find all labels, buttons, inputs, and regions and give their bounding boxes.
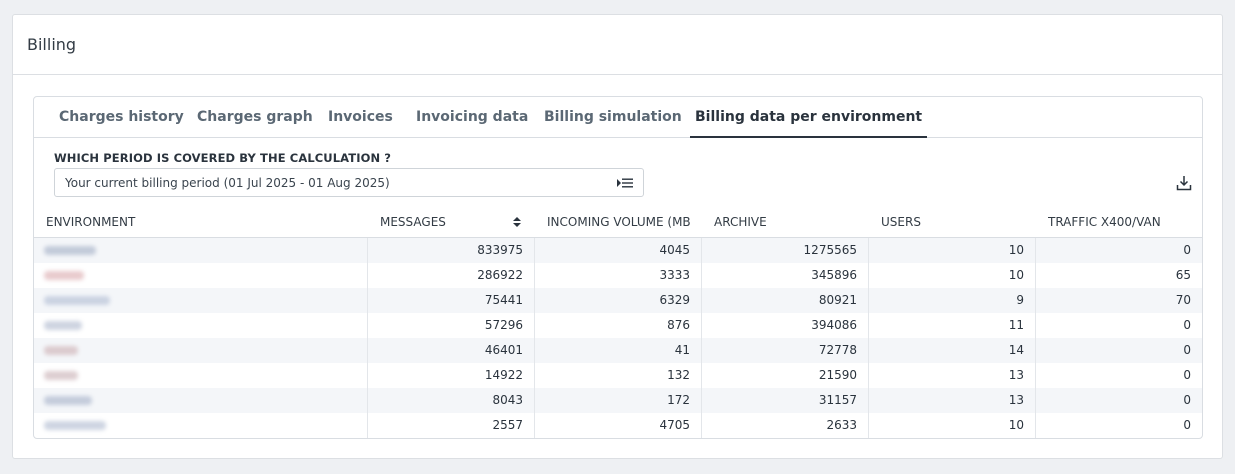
period-select-value: Your current billing period (01 Jul 2025…: [65, 175, 390, 190]
table-cell: 876: [534, 313, 701, 338]
column-header-users[interactable]: USERS: [881, 208, 1031, 238]
column-header-traffic[interactable]: TRAFFIC X400/VAN: [1048, 208, 1198, 238]
download-icon[interactable]: [1176, 175, 1192, 191]
table-cell: 2633: [701, 413, 868, 438]
card-header: Billing: [13, 15, 1222, 75]
table-cell: 46401: [367, 338, 534, 363]
table-body: 833975 4045 1275565 10 0 286922 3333 345896 10 65…: [34, 238, 1202, 438]
tab-invoicing-data[interactable]: Invoicing data: [416, 97, 528, 138]
table-cell: 286922: [367, 263, 534, 288]
table-cell: 65: [1035, 263, 1202, 288]
table-cell: 80921: [701, 288, 868, 313]
table-cell: 41: [534, 338, 701, 363]
billing-card: Billing Charges history Charges graph In…: [12, 14, 1223, 459]
column-header-archive[interactable]: ARCHIVE: [714, 208, 864, 238]
table-cell: 14922: [367, 363, 534, 388]
table-cell: 0: [1035, 363, 1202, 388]
tab-charges-graph[interactable]: Charges graph: [197, 97, 313, 138]
environment-name-redacted: [44, 271, 84, 280]
table-cell: 10: [868, 263, 1035, 288]
table-cell: 13: [868, 388, 1035, 413]
table-cell: 57296: [367, 313, 534, 338]
table-cell: 0: [1035, 338, 1202, 363]
table-cell: 21590: [701, 363, 868, 388]
column-header-environment[interactable]: ENVIRONMENT: [46, 208, 366, 238]
table-cell: 72778: [701, 338, 868, 363]
table-row: 2557 4705 2633 10 0: [34, 413, 1202, 438]
table-cell: 2557: [367, 413, 534, 438]
table-row: 14922 132 21590 13 0: [34, 363, 1202, 388]
table-cell: 345896: [701, 263, 868, 288]
table-cell: 0: [1035, 313, 1202, 338]
table-cell: 3333: [534, 263, 701, 288]
table-cell: 0: [1035, 238, 1202, 263]
table-cell: 833975: [367, 238, 534, 263]
tab-billing-simulation[interactable]: Billing simulation: [544, 97, 682, 138]
table-header: ENVIRONMENT MESSAGES INCOMING VOLUME (MB…: [34, 208, 1202, 238]
table-cell: 31157: [701, 388, 868, 413]
table-row: 46401 41 72778 14 0: [34, 338, 1202, 363]
table-cell: 132: [534, 363, 701, 388]
environment-name-redacted: [44, 396, 92, 405]
table-cell: 13: [868, 363, 1035, 388]
environment-name-redacted: [44, 421, 106, 430]
environment-name-redacted: [44, 321, 82, 330]
column-header-messages[interactable]: MESSAGES: [380, 208, 500, 238]
list-icon: [617, 178, 633, 188]
table-cell: 6329: [534, 288, 701, 313]
table-row: 8043 172 31157 13 0: [34, 388, 1202, 413]
tab-invoices[interactable]: Invoices: [328, 97, 393, 138]
table-cell: 4705: [534, 413, 701, 438]
column-header-incoming-volume[interactable]: INCOMING VOLUME (MB): [547, 208, 691, 238]
page-title: Billing: [27, 35, 77, 54]
table-row: 833975 4045 1275565 10 0: [34, 238, 1202, 263]
table-cell: 0: [1035, 388, 1202, 413]
table-cell: 4045: [534, 238, 701, 263]
table-cell: 8043: [367, 388, 534, 413]
environment-name-redacted: [44, 371, 78, 380]
tab-billing-data-per-environment[interactable]: Billing data per environment: [690, 97, 928, 138]
table-cell: 14: [868, 338, 1035, 363]
table-cell: 394086: [701, 313, 868, 338]
tab-charges-history[interactable]: Charges history: [59, 97, 184, 138]
table-cell: 9: [868, 288, 1035, 313]
table-cell: 75441: [367, 288, 534, 313]
environment-name-redacted: [44, 296, 110, 305]
table-cell: 70: [1035, 288, 1202, 313]
table-cell: 11: [868, 313, 1035, 338]
environment-name-redacted: [44, 246, 96, 255]
table-row: 286922 3333 345896 10 65: [34, 263, 1202, 288]
table-cell: 172: [534, 388, 701, 413]
billing-table: ENVIRONMENT MESSAGES INCOMING VOLUME (MB…: [34, 208, 1202, 438]
table-row: 75441 6329 80921 9 70: [34, 288, 1202, 313]
period-label: WHICH PERIOD IS COVERED BY THE CALCULATI…: [54, 151, 392, 165]
billing-panel: Charges history Charges graph Invoices I…: [33, 96, 1203, 439]
table-row: 57296 876 394086 11 0: [34, 313, 1202, 338]
environment-name-redacted: [44, 346, 78, 355]
sort-icon[interactable]: [512, 216, 522, 228]
table-cell: 10: [868, 413, 1035, 438]
period-select[interactable]: Your current billing period (01 Jul 2025…: [54, 168, 644, 197]
table-cell: 0: [1035, 413, 1202, 438]
table-cell: 1275565: [701, 238, 868, 263]
tab-bar: Charges history Charges graph Invoices I…: [34, 97, 1202, 138]
table-cell: 10: [868, 238, 1035, 263]
